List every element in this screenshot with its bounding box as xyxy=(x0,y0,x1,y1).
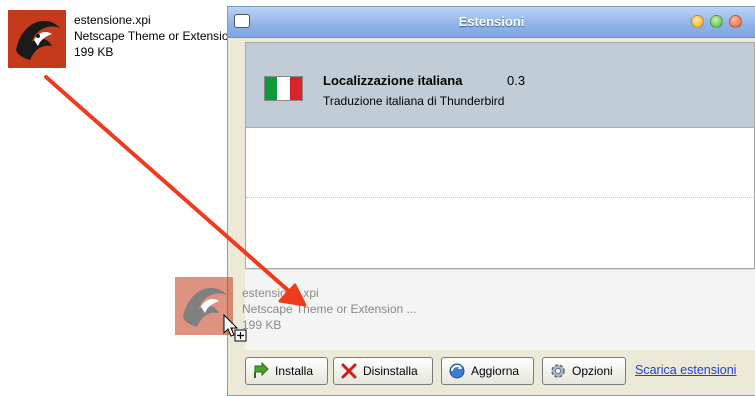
maximize-button[interactable] xyxy=(710,15,723,28)
extension-list[interactable]: Localizzazione italiana 0.3 Traduzione i… xyxy=(245,42,755,269)
download-extensions-link[interactable]: Scarica estensioni xyxy=(635,363,736,377)
file-size: 199 KB xyxy=(74,45,114,59)
update-globe-icon xyxy=(449,363,465,379)
list-item-empty xyxy=(246,197,754,267)
extension-description: Traduzione italiana di Thunderbird xyxy=(323,94,505,108)
ghost-file-name: estensione.xpi xyxy=(242,286,319,300)
ghost-file-type: Netscape Theme or Extension ... xyxy=(242,302,417,316)
install-label: Installa xyxy=(275,364,314,378)
button-bar: Installa Disinstalla Aggiorna Opzioni Sc… xyxy=(245,357,755,391)
update-button[interactable]: Aggiorna xyxy=(441,357,534,385)
extensions-window: Estensioni Localizzazione italiana 0.3 T… xyxy=(227,6,755,396)
title-bar[interactable]: Estensioni xyxy=(228,7,755,38)
uninstall-label: Disinstalla xyxy=(363,364,418,378)
extension-item-italian[interactable]: Localizzazione italiana 0.3 Traduzione i… xyxy=(246,43,754,128)
italian-flag-icon xyxy=(264,76,303,101)
install-button[interactable]: Installa xyxy=(245,357,328,385)
list-item-empty xyxy=(246,127,754,198)
drag-ghost-label: estensione.xpi Netscape Theme or Extensi… xyxy=(242,285,417,333)
gear-icon xyxy=(551,364,565,378)
install-arrow-icon xyxy=(254,362,269,378)
window-title: Estensioni xyxy=(458,14,525,29)
update-label: Aggiorna xyxy=(471,364,520,378)
options-button[interactable]: Opzioni xyxy=(542,357,626,385)
close-button[interactable] xyxy=(729,15,742,28)
extension-version: 0.3 xyxy=(507,73,526,88)
xpi-file-icon xyxy=(8,10,66,68)
extension-name: Localizzazione italiana xyxy=(323,73,463,88)
options-label: Opzioni xyxy=(572,364,613,378)
file-type: Netscape Theme or Extension xyxy=(74,29,236,43)
file-name: estensione.xpi xyxy=(74,13,151,27)
delete-x-icon xyxy=(341,363,357,379)
ghost-file-size: 199 KB xyxy=(242,318,282,332)
minimize-button[interactable] xyxy=(691,15,704,28)
desktop-file-xpi[interactable]: estensione.xpi Netscape Theme or Extensi… xyxy=(8,10,235,70)
uninstall-button[interactable]: Disinstalla xyxy=(333,357,433,385)
copy-cursor-icon xyxy=(223,313,247,342)
